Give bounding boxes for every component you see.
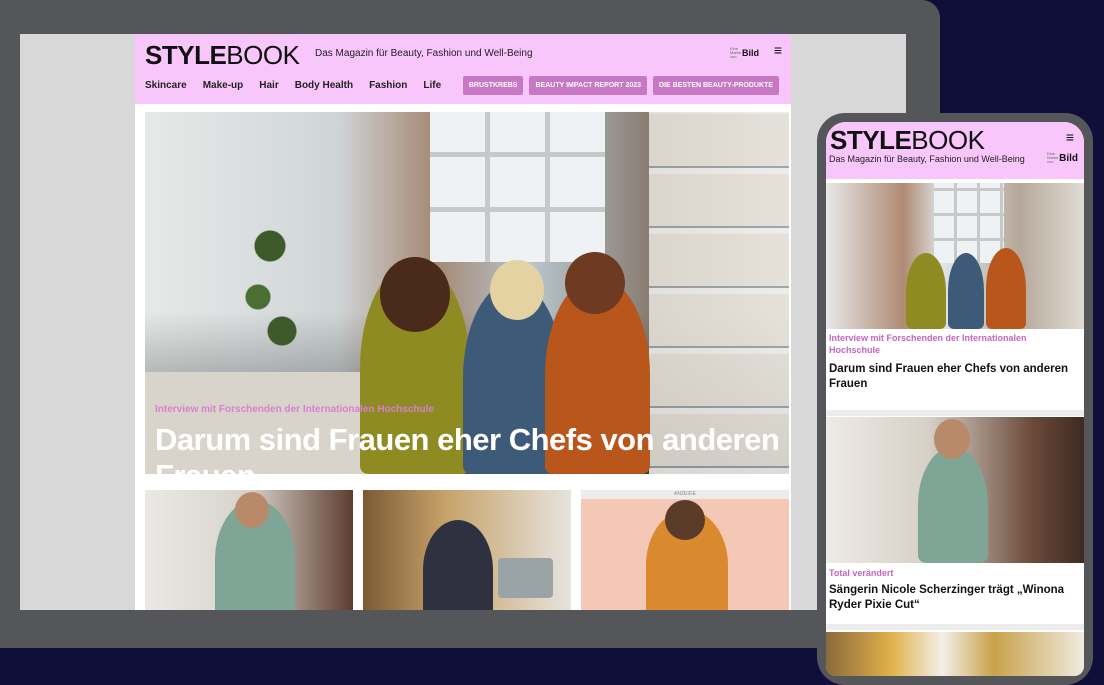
hero-person-2-head [490, 260, 544, 320]
mobile-header: STYLEBOOK Das Magazin für Beauty, Fashio… [826, 122, 1084, 179]
desktop-site: STYLEBOOK Das Magazin für Beauty, Fashio… [135, 34, 791, 610]
pill-beauty-impact-report[interactable]: BEAUTY IMPACT REPORT 2023 [529, 76, 648, 95]
tile-advertisement[interactable]: ANZEIGE [581, 490, 789, 610]
pill-brustkrebs[interactable]: BRUSTKREBS [462, 76, 524, 95]
nav-item-fashion[interactable]: Fashion [369, 80, 407, 91]
nav-item-life[interactable]: Life [423, 80, 441, 91]
site-header: STYLEBOOK Das Magazin für Beauty, Fashio… [135, 34, 791, 104]
phone-screen: STYLEBOOK Das Magazin für Beauty, Fashio… [826, 122, 1084, 676]
tile-2-figure [423, 520, 493, 610]
laptop-screen: STYLEBOOK Das Magazin für Beauty, Fashio… [20, 34, 906, 610]
hero-article[interactable]: Interview mit Forschenden der Internatio… [145, 112, 789, 474]
pill-beste-beauty-produkte[interactable]: DIE BESTEN BEAUTY-PRODUKTE [653, 76, 779, 95]
mobile-brand-tiny-text: Eine Marke von [1047, 151, 1059, 164]
mobile-bild-brand-mark[interactable]: Eine Marke von Bild [1047, 152, 1078, 164]
mobile-hero-image[interactable] [826, 183, 1084, 329]
mobile-hamburger-menu-icon[interactable]: ≡ [1066, 130, 1074, 144]
mobile-article1-title[interactable]: Darum sind Frauen eher Chefs von anderen… [829, 362, 1079, 392]
main-nav: Skincare Make-up Hair Body Health Fashio… [145, 80, 441, 91]
hero-shelf [649, 112, 789, 474]
tile-3-face [665, 500, 705, 540]
mobile-divider-2 [826, 624, 1084, 630]
tile-2-box [498, 558, 553, 598]
mobile-article2-image[interactable] [826, 417, 1084, 563]
hamburger-menu-icon[interactable]: ≡ [771, 43, 785, 57]
stylebook-logo[interactable]: STYLEBOOK [145, 40, 300, 71]
mobile-hero-window [934, 183, 1004, 263]
hero-window [430, 112, 605, 262]
mobile-stylebook-logo[interactable]: STYLEBOOK [830, 125, 985, 156]
mobile-article2-face [934, 419, 970, 459]
mobile-logo-bold: STYLE [830, 125, 912, 155]
mobile-article2-figure [918, 447, 988, 563]
mobile-article1-kicker: Interview mit Forschenden der Internatio… [829, 333, 1027, 355]
logo-bold: STYLE [145, 40, 227, 70]
tile-clothing-sorting[interactable] [363, 490, 571, 610]
tile-1-face [235, 492, 269, 528]
nav-item-make-up[interactable]: Make-up [203, 80, 244, 91]
nav-item-hair[interactable]: Hair [259, 80, 278, 91]
mobile-article2-title[interactable]: Sängerin Nicole Scherzinger trägt „Winon… [829, 583, 1079, 613]
mobile-divider [826, 410, 1084, 416]
hero-plant [240, 212, 300, 382]
article-tiles: ANZEIGE [145, 490, 791, 610]
nav-item-skincare[interactable]: Skincare [145, 80, 187, 91]
mobile-logo-light: BOOK [911, 125, 985, 155]
hero-kicker: Interview mit Forschenden der Internatio… [155, 404, 434, 415]
mobile-tagline: Das Magazin für Beauty, Fashion und Well… [829, 154, 1025, 164]
hero-person-3-head [565, 252, 625, 314]
bild-brand-mark[interactable]: Eine Marke von Bild [730, 46, 759, 60]
topic-pills: BRUSTKREBS BEAUTY IMPACT REPORT 2023 DIE… [462, 76, 779, 95]
logo-light: BOOK [226, 40, 300, 70]
bild-logo: Bild [742, 48, 759, 58]
nav-item-body-health[interactable]: Body Health [295, 80, 353, 91]
mobile-article3-image[interactable] [826, 632, 1084, 676]
mobile-bild-logo: Bild [1059, 152, 1078, 164]
hero-title[interactable]: Darum sind Frauen eher Chefs von anderen… [155, 422, 789, 474]
mobile-hero-person-1 [906, 253, 946, 329]
mobile-article2-kicker: Total verändert [829, 568, 894, 578]
brand-tiny-text: Eine Marke von [730, 46, 742, 59]
mobile-hero-person-3 [986, 248, 1026, 329]
hero-person-1-head [380, 257, 450, 332]
tile-nicole-scherzinger[interactable] [145, 490, 353, 610]
site-tagline: Das Magazin für Beauty, Fashion und Well… [315, 48, 533, 59]
mobile-hero-person-2 [948, 253, 984, 329]
ad-label: ANZEIGE [581, 490, 789, 499]
